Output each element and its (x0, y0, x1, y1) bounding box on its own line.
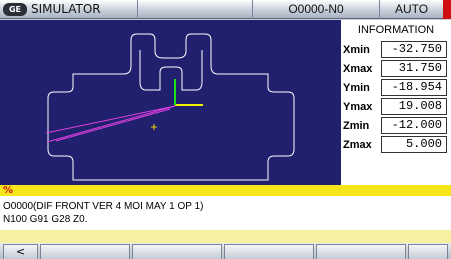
info-label: Ymin (343, 82, 370, 94)
simulation-viewport[interactable] (0, 20, 341, 185)
softkey-bar: < (0, 243, 451, 259)
info-value: 5.000 (381, 136, 447, 153)
toolpath-graphic (45, 33, 295, 181)
inner-contour (139, 50, 203, 91)
blank-cell (138, 0, 253, 19)
info-title: INFORMATION (357, 24, 435, 36)
app-title-cell: GE SIMULATOR (0, 0, 138, 19)
info-row-xmin: Xmin -32.750 (341, 41, 451, 60)
info-value: -12.000 (381, 117, 447, 134)
mode-cell: AUTO (380, 0, 443, 19)
info-value: -18.954 (381, 79, 447, 96)
softkey-back[interactable]: < (3, 244, 38, 259)
softkey-3[interactable] (224, 244, 314, 259)
logo-icon: GE (3, 3, 27, 16)
info-label: Zmax (343, 139, 372, 151)
softkey-1[interactable] (40, 244, 130, 259)
program-number-cell: O0000-N0 (253, 0, 380, 19)
program-line: N100 G91 G28 Z0. (3, 214, 88, 225)
info-label: Ymax (343, 101, 373, 113)
app-title: SIMULATOR (31, 2, 101, 16)
message-bar (0, 230, 451, 243)
info-row-zmin: Zmin -12.000 (341, 117, 451, 136)
back-arrow-icon: < (15, 245, 26, 258)
info-row-ymin: Ymin -18.954 (341, 79, 451, 98)
title-bar: GE SIMULATOR O0000-N0 AUTO (0, 0, 451, 19)
toolpath-line (55, 108, 171, 142)
program-line: O0000(DIF FRONT VER 4 MOI MAY 1 OP 1) (3, 201, 204, 212)
softkey-2[interactable] (132, 244, 222, 259)
info-row-zmax: Zmax 5.000 (341, 136, 451, 155)
softkey-5[interactable] (408, 244, 448, 259)
info-value: 31.750 (381, 60, 447, 77)
percent-marker: % (3, 185, 14, 196)
info-row-ymax: Ymax 19.008 (341, 98, 451, 117)
status-bar (0, 185, 451, 196)
info-value: 19.008 (381, 98, 447, 115)
info-row-xmax: Xmax 31.750 (341, 60, 451, 79)
toolpath-line (45, 105, 176, 134)
mode-indicator: AUTO (394, 2, 429, 16)
toolpath-line (46, 105, 176, 143)
info-label: Xmax (343, 63, 373, 75)
info-label: Xmin (343, 44, 370, 56)
program-number: O0000-N0 (288, 2, 344, 16)
info-value: -32.750 (381, 41, 447, 58)
alarm-indicator (443, 0, 451, 19)
program-display: O0000(DIF FRONT VER 4 MOI MAY 1 OP 1) N1… (0, 196, 451, 230)
softkey-4[interactable] (316, 244, 406, 259)
information-panel: INFORMATION Xmin -32.750 Xmax 31.750 Ymi… (341, 20, 451, 185)
info-label: Zmin (343, 120, 370, 132)
